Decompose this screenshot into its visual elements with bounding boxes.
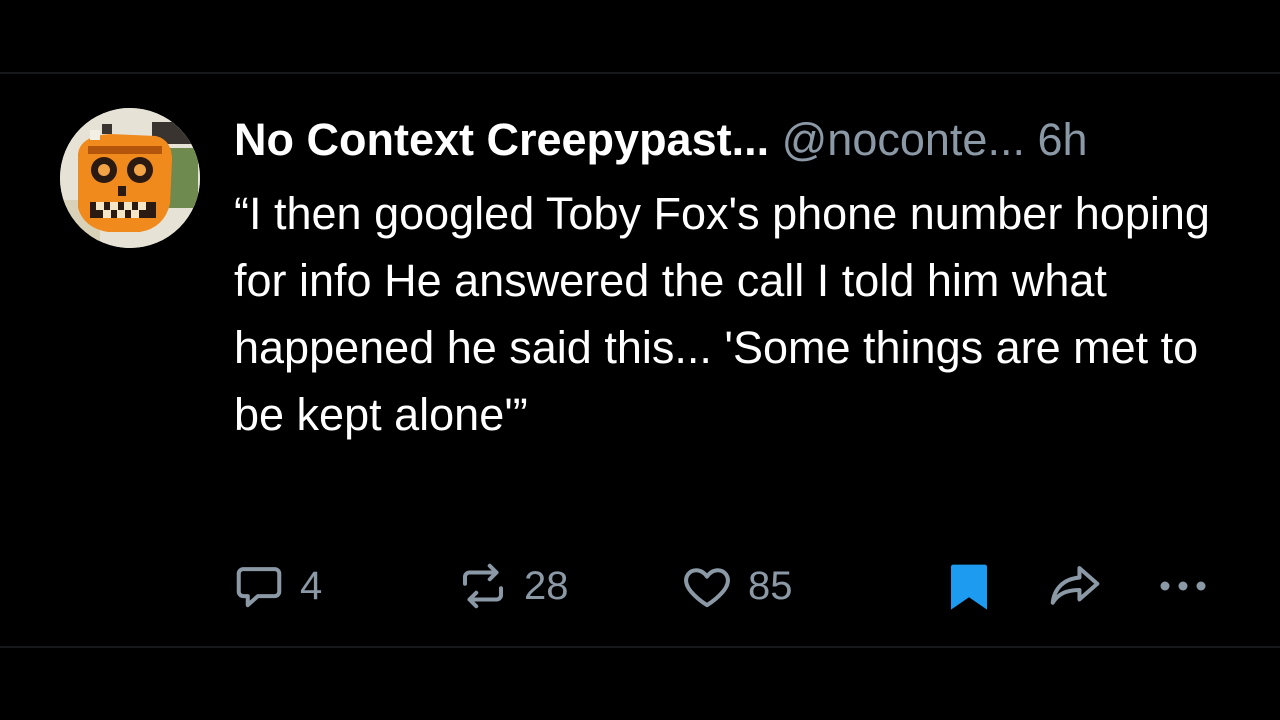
bookmark-button[interactable] [944,558,994,614]
avatar[interactable] [60,108,200,248]
post[interactable]: No Context Creepypast... @noconte... 6h … [0,74,1280,646]
post-text: “I then googled Toby Fox's phone number … [234,188,1223,440]
like-button[interactable]: 85 [680,558,793,614]
pumpkin-skull-avatar-icon [60,108,200,248]
handle[interactable]: @noconte... [782,114,1025,165]
share-icon [1050,566,1100,605]
action-bar: 4 28 85 [0,558,1280,614]
reply-icon [236,567,282,608]
reply-button[interactable]: 4 [232,558,322,614]
timestamp[interactable]: 6h [1037,114,1087,165]
like-count: 85 [748,563,793,608]
repost-button[interactable]: 28 [456,558,569,614]
display-name[interactable]: No Context Creepypast... [234,114,769,165]
reply-count: 4 [300,563,323,608]
more-button[interactable] [1156,558,1210,614]
share-button[interactable] [1046,558,1104,614]
post-header: No Context Creepypast... @noconte... 6h [234,112,1088,168]
more-icon [1160,581,1206,591]
repost-icon [462,563,504,609]
repost-count: 28 [524,563,569,608]
bottom-divider [0,646,1280,648]
bookmark-icon [951,564,987,610]
screen: No Context Creepypast... @noconte... 6h … [0,0,1280,720]
heart-icon [684,568,730,608]
